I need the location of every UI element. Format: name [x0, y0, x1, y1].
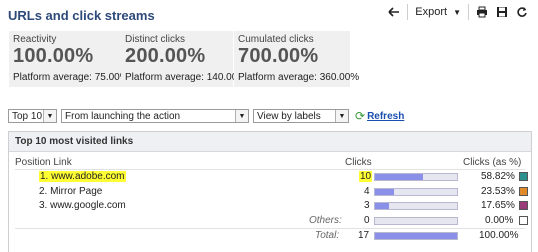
others-clicks-count: 0	[364, 215, 370, 226]
refresh-icon: ⟳	[355, 109, 366, 123]
others-clicks-percent: 0.00%	[485, 215, 514, 226]
printer-icon	[477, 6, 487, 18]
clicks-count: 10	[359, 171, 373, 182]
time-range-select[interactable]: From launching the action ▼	[61, 109, 249, 123]
view-mode-select[interactable]: View by labels ▼	[253, 109, 349, 123]
refresh-link[interactable]: ⟳ Refresh	[355, 109, 404, 123]
clicks-bar	[374, 202, 458, 210]
table-row: 1. www.adobe.com 10 58.82%	[9, 170, 531, 184]
chevron-down-icon: ▼	[453, 7, 461, 17]
save-button[interactable]	[492, 3, 512, 21]
kpi-cumulated-clicks: Cumulated clicks 700.00% Platform averag…	[234, 31, 359, 87]
link-label[interactable]: 3. www.google.com	[39, 200, 126, 211]
export-label: Export	[415, 6, 448, 18]
back-button[interactable]	[384, 3, 404, 21]
series-color-swatch	[519, 216, 528, 225]
kpi-platform-average: Platform average: 360.00%	[238, 72, 360, 83]
clicks-percent: 23.53%	[481, 186, 515, 197]
series-color-swatch	[519, 172, 528, 181]
clicks-bar	[374, 217, 458, 225]
panel-heading: Top 10 most visited links	[9, 132, 531, 152]
kpi-value: 200.00%	[125, 45, 206, 67]
filter-controls: Top 10 ▼ From launching the action ▼ Vie…	[8, 109, 404, 123]
time-range-select-value: From launching the action	[65, 110, 181, 122]
page-title: URLs and click streams	[8, 8, 155, 23]
top-n-select-value: Top 10	[12, 110, 43, 122]
top-links-panel: Top 10 most visited links Position Link …	[8, 131, 532, 252]
kpi-label: Cumulated clicks	[238, 34, 314, 45]
print-button[interactable]	[472, 3, 492, 21]
toolbar-divider	[407, 4, 409, 20]
chevron-down-icon: ▼	[235, 110, 248, 122]
column-header-clicks-percent: Clicks (as %)	[463, 157, 522, 168]
kpi-value: 100.00%	[13, 45, 94, 67]
clicks-bar	[374, 232, 458, 240]
kpi-platform-average: Platform average: 75.00%	[13, 72, 129, 83]
back-arrow-icon	[388, 7, 400, 17]
total-row: Total: 17 100.00%	[9, 229, 531, 243]
link-label: 1. www.adobe.com	[39, 171, 126, 182]
toolbar-divider	[468, 4, 469, 20]
toolbar: Export ▼	[384, 3, 532, 21]
kpi-label: Reactivity	[13, 34, 57, 45]
kpi-value: 700.00%	[238, 45, 319, 67]
column-header-clicks: Clicks	[345, 157, 372, 168]
chevron-down-icon: ▼	[43, 110, 56, 122]
clicks-count: 4	[364, 186, 370, 197]
clicks-bar-fill	[375, 174, 424, 180]
link-label[interactable]: 2. Mirror Page	[39, 186, 102, 197]
reload-button[interactable]	[512, 3, 532, 21]
highlighted-link-text[interactable]: 1. www.adobe.com	[39, 171, 126, 182]
top-n-select[interactable]: Top 10 ▼	[8, 109, 57, 123]
reload-icon	[517, 7, 527, 17]
total-clicks-count: 17	[358, 230, 370, 241]
others-label: Others:	[309, 215, 342, 226]
clicks-percent: 17.65%	[481, 200, 515, 211]
series-color-swatch	[519, 187, 528, 196]
kpi-reactivity: Reactivity 100.00% Platform average: 75.…	[9, 31, 129, 87]
table-row: 3. www.google.com 3 17.65%	[9, 199, 531, 213]
total-clicks-percent: 100.00%	[479, 230, 519, 241]
highlighted-clicks-count: 10	[359, 171, 373, 182]
clicks-bar	[374, 173, 458, 181]
clicks-bar-fill	[375, 189, 395, 195]
export-menu-button[interactable]: Export ▼	[411, 3, 465, 21]
clicks-percent: 58.82%	[481, 171, 515, 182]
clicks-count: 3	[364, 200, 370, 211]
refresh-label: Refresh	[367, 110, 405, 122]
kpi-distinct-clicks: Distinct clicks 200.00% Platform average…	[121, 31, 246, 87]
total-label: Total:	[315, 230, 340, 241]
clicks-bar	[374, 188, 458, 196]
chevron-down-icon: ▼	[335, 110, 348, 122]
kpi-platform-average: Platform average: 140.00%	[125, 72, 247, 83]
table-row: 2. Mirror Page 4 23.53%	[9, 185, 531, 199]
others-row: Others: 0 0.00%	[9, 214, 531, 228]
clicks-bar-fill	[375, 233, 457, 239]
floppy-disk-icon	[497, 7, 507, 17]
clicks-bar-fill	[375, 203, 390, 209]
series-color-swatch	[519, 201, 528, 210]
view-mode-select-value: View by labels	[257, 110, 321, 122]
column-header-position-link: Position Link	[15, 157, 72, 168]
kpi-label: Distinct clicks	[125, 34, 186, 45]
